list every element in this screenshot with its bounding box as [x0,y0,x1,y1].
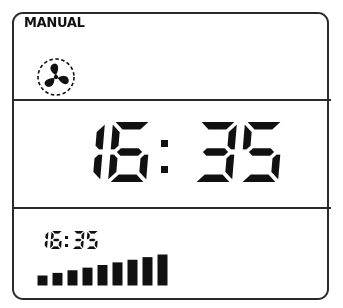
bottom-divider [12,207,331,209]
digit-segment [50,246,61,249]
secondary-clock-separator [65,236,68,247]
digit-segment [88,231,98,234]
top-divider [12,99,331,101]
digit-segment [86,231,90,240]
digit-segment [80,240,84,249]
digit-segment [50,240,54,249]
digit-segment [72,246,83,249]
clock-minutes [196,122,281,182]
clock-hours [93,122,149,182]
fan-icon [37,58,75,96]
digit-segment [116,148,143,156]
digit-segment [196,174,230,182]
digit-segment [110,174,144,182]
secondary-clock-minutes [72,231,98,249]
digit-segment [242,124,252,150]
digit-segment [52,231,62,234]
signal-bar [52,272,63,286]
digit-segment [74,231,84,234]
digit-segment [110,124,120,150]
digit-segment [139,154,149,180]
digit-segment [202,148,229,156]
digit-segment [88,238,96,242]
signal-bar [157,254,168,286]
digit-segment [58,240,62,249]
signal-strength-icon [37,254,168,286]
digit-segment [93,154,103,180]
digit-segment [44,240,48,249]
digit-segment [248,148,275,156]
digit-segment [86,246,97,249]
digit-segment [95,124,105,150]
clock-separator [161,140,168,173]
digit-segment [225,154,235,180]
digit-segment [74,238,82,242]
signal-bar [37,275,48,286]
digit-segment [81,231,85,240]
signal-bar [82,267,93,286]
signal-bar [112,262,123,286]
digit-segment [52,238,60,242]
digit-segment [94,240,98,249]
digit-segment [108,154,118,180]
digit-segment [45,231,49,240]
digit-segment [115,122,149,130]
digit-segment [201,122,235,130]
digit-segment [271,154,281,180]
digit-segment [242,174,276,182]
signal-bar [67,270,78,286]
signal-bar [142,257,153,286]
digit-segment [247,122,281,130]
secondary-clock [44,231,98,249]
signal-bar [97,265,108,286]
signal-bar [127,259,138,286]
digit-segment [227,124,237,150]
digit-segment [50,231,54,240]
main-clock [93,122,281,182]
secondary-clock-hours [44,231,62,249]
mode-label: MANUAL [24,16,85,31]
